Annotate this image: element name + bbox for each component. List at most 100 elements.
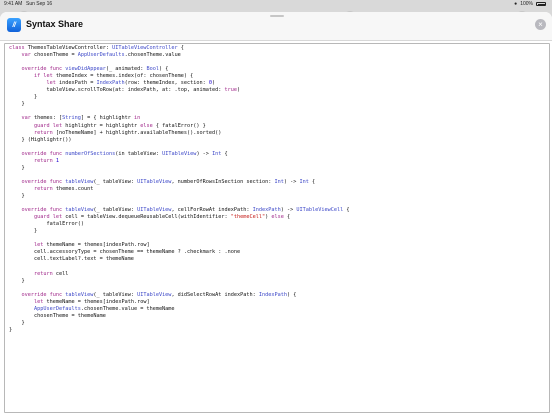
battery-icon xyxy=(536,2,546,6)
code-token: return xyxy=(34,185,53,192)
code-token: ) { xyxy=(287,291,297,298)
code-token: 1 xyxy=(55,157,59,164)
code-line: let themeName = themes[indexPath.row] xyxy=(9,242,549,249)
code-token: else xyxy=(271,214,284,221)
code-token: .chosenTheme.value xyxy=(124,52,181,59)
code-token: (_ tableView: xyxy=(93,207,138,214)
code-line: override func tableView(_ tableView: UIT… xyxy=(9,179,549,186)
code-token: { fatalError() } xyxy=(152,122,206,129)
sheet-grabber[interactable] xyxy=(270,15,284,17)
code-token: { xyxy=(308,178,316,185)
code-token: cell.accessoryType = chosenTheme == them… xyxy=(9,249,241,256)
code-line: } xyxy=(9,101,549,108)
code-token: return xyxy=(34,129,53,136)
code-token: ) -> xyxy=(283,178,300,185)
code-token: let xyxy=(34,242,44,249)
code-token: } xyxy=(9,326,13,333)
code-token: (_ tableView: xyxy=(93,291,138,298)
code-token: tableView.scrollToRow(at: indexPath, at:… xyxy=(9,87,225,94)
status-date: Sun Sep 16 xyxy=(26,1,53,7)
code-token: AppUserDefaults xyxy=(77,52,125,59)
code-line: override func viewDidAppear(_ animated: … xyxy=(9,66,549,73)
code-token: } xyxy=(9,164,25,171)
code-token: ) xyxy=(237,87,241,94)
code-token: ) { xyxy=(158,66,169,73)
code-token: override func xyxy=(21,291,63,298)
app-icon: // xyxy=(7,18,21,32)
code-token: IndexPath xyxy=(96,80,125,87)
code-line: } xyxy=(9,320,549,327)
code-token: "themeCell" xyxy=(230,214,266,221)
code-token: else xyxy=(140,122,153,129)
code-token: ) xyxy=(212,80,216,87)
code-token: { xyxy=(177,45,184,51)
code-token: fatalError() xyxy=(9,221,84,228)
status-bar: 9:41 AM Sun Sep 16 ● 100% xyxy=(0,0,552,9)
code-line: cell.accessoryType = chosenTheme == them… xyxy=(9,249,549,256)
close-button[interactable]: × xyxy=(535,19,546,30)
code-token: UITableView xyxy=(137,178,172,185)
code-line: var chosenTheme = AppUserDefaults.chosen… xyxy=(9,52,549,59)
code-token: } xyxy=(9,277,25,284)
code-token: tableView xyxy=(65,291,94,298)
code-token: UITableView xyxy=(137,207,172,214)
code-token: let xyxy=(46,80,56,87)
code-line: } xyxy=(9,165,549,172)
code-text: class ThemesTableViewController: UITable… xyxy=(5,44,549,334)
code-token: , numberOfRowsInSection section: xyxy=(171,178,275,185)
code-line: AppUserDefaults.chosenTheme.value = them… xyxy=(9,306,549,313)
code-line: override func numberOfSections(in tableV… xyxy=(9,151,549,158)
code-token: cell xyxy=(52,270,69,277)
code-token: { xyxy=(283,214,291,221)
code-line: } xyxy=(9,228,549,235)
code-editor[interactable]: class ThemesTableViewController: UITable… xyxy=(4,43,550,413)
code-token: themeName = themes[indexPath.row] xyxy=(43,242,150,249)
code-line: tableView.scrollToRow(at: indexPath, at:… xyxy=(9,87,549,94)
code-token: (in tableView: xyxy=(115,150,163,157)
code-token: viewDidAppear xyxy=(65,66,106,73)
code-token: guard let xyxy=(34,122,63,129)
code-token: , cellForRowAt indexPath: xyxy=(171,207,253,214)
code-token: override func xyxy=(21,66,63,73)
code-line: override func tableView(_ tableView: UIT… xyxy=(9,207,549,214)
code-token: } xyxy=(9,228,38,235)
code-token: var xyxy=(21,115,31,122)
code-token: { xyxy=(221,150,228,157)
code-token: UITableView xyxy=(137,291,172,298)
battery-percent: 100% xyxy=(520,1,533,7)
code-token: } xyxy=(9,101,25,108)
code-line: } xyxy=(9,278,549,285)
share-sheet: // Syntax Share × class ThemesTableViewC… xyxy=(0,12,552,414)
code-token: themeIndex = themes.index(of: chosenThem… xyxy=(52,73,194,80)
code-token: IndexPath xyxy=(252,207,281,214)
code-line: return 1 xyxy=(9,158,549,165)
code-token: IndexPath xyxy=(258,291,287,298)
code-token: tableView xyxy=(65,207,94,214)
code-token: let xyxy=(34,298,44,305)
code-token: guard let xyxy=(34,214,63,221)
code-token: (_ tableView: xyxy=(93,178,138,185)
code-token: numberOfSections xyxy=(65,150,116,157)
code-token: [noThemeName] + highlightr.availableThem… xyxy=(52,129,222,136)
code-line: chosenTheme = themeName xyxy=(9,313,549,320)
code-line: override func tableView(_ tableView: UIT… xyxy=(9,292,549,299)
code-token: } xyxy=(9,94,38,101)
code-token: in xyxy=(133,115,141,122)
wifi-icon: ● xyxy=(514,1,518,7)
